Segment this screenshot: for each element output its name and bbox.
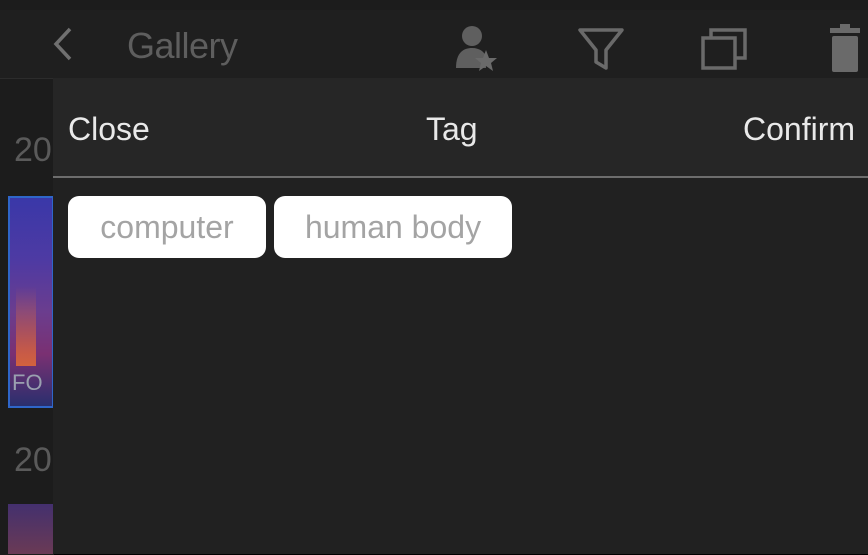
top-bar: Gallery (0, 10, 868, 78)
date-header: 20 (14, 131, 52, 169)
tag-panel: Close Tag Confirm computer human body (53, 78, 868, 554)
app-root: Gallery 20 FO 20 Close Tag Confirm compu… (0, 0, 868, 555)
trash-icon[interactable] (818, 22, 868, 74)
tag-panel-title: Tag (426, 111, 478, 147)
confirm-button[interactable]: Confirm (743, 110, 855, 148)
close-button[interactable]: Close (68, 110, 150, 148)
date-header: 20 (14, 441, 52, 479)
thumbnail-flame (16, 286, 36, 366)
tag-panel-header: Close Tag Confirm (53, 78, 868, 178)
page-title: Gallery (127, 25, 238, 66)
gallery-thumbnail[interactable] (8, 504, 54, 554)
back-icon[interactable] (46, 26, 82, 62)
filter-icon[interactable] (574, 22, 628, 74)
thumbnail-label: FO (12, 370, 43, 395)
tag-chip-computer[interactable]: computer (68, 196, 266, 258)
user-star-icon[interactable] (450, 22, 504, 74)
copy-icon[interactable] (697, 22, 751, 74)
tag-chip-human-body[interactable]: human body (274, 196, 512, 258)
gallery-thumbnail[interactable]: FO (8, 196, 54, 408)
